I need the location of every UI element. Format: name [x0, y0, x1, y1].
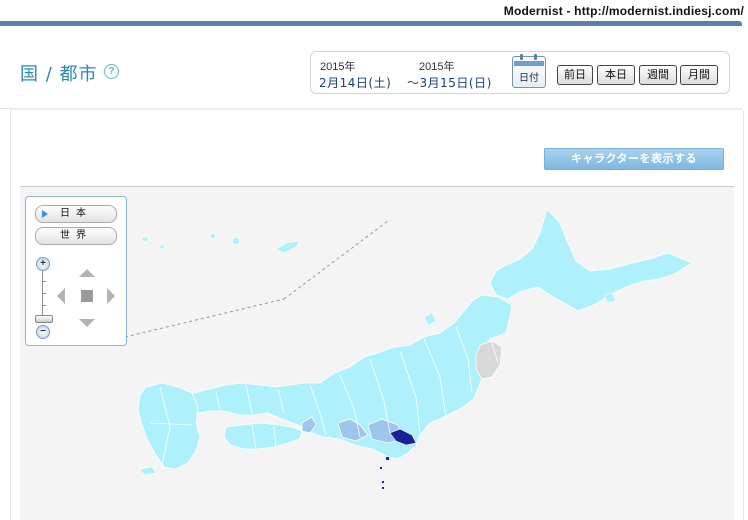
map-control-panel: 日本 世界 + − [25, 196, 127, 346]
inset-divider-line [124, 298, 285, 338]
zoom-slider-handle[interactable] [35, 315, 53, 323]
arrow-right-icon[interactable] [107, 288, 115, 304]
zoom-tick [42, 305, 46, 306]
help-icon[interactable]: ? [104, 64, 119, 79]
top-bar: Modernist - http://modernist.indiesj.com… [0, 0, 748, 22]
japan-map[interactable] [20, 187, 734, 520]
calendar-label: 日付 [519, 73, 539, 84]
square-icon[interactable] [81, 290, 93, 302]
world-region-label: 世界 [60, 230, 92, 241]
today-button[interactable]: 本日 [597, 65, 635, 85]
calendar-icon [517, 54, 541, 60]
hokkaido [489, 208, 693, 312]
japan-region-button[interactable]: 日本 [35, 205, 117, 223]
start-date: 2月14日(土) [319, 76, 392, 90]
end-year: 2015年 [419, 61, 455, 73]
calendar-button[interactable]: 日付 [512, 54, 546, 88]
kyushu [137, 382, 201, 470]
okinawa-islands [141, 232, 301, 254]
arrow-down-icon[interactable] [79, 319, 95, 327]
region-no-data [475, 340, 503, 380]
week-button[interactable]: 週間 [639, 65, 677, 85]
world-region-button[interactable]: 世界 [35, 227, 117, 245]
show-character-button[interactable]: キャラクターを表示する [544, 148, 724, 170]
site-credit: Modernist - http://modernist.indiesj.com… [503, 4, 744, 18]
sado-island [423, 312, 437, 326]
start-year: 2015年 [320, 61, 356, 73]
zoom-out-icon[interactable]: − [36, 325, 50, 339]
page-title: 国 / 都市 [20, 64, 98, 85]
arrow-up-icon[interactable] [79, 269, 95, 277]
hokkaido-tip [603, 292, 617, 304]
prev-day-button[interactable]: 前日 [557, 65, 593, 85]
shikoku [223, 422, 303, 450]
izu-islands [380, 457, 389, 489]
end-date: 〜3月15日(日) [407, 76, 492, 90]
date-range-panel: 2015年 2月14日(土) 2015年 〜3月15日(日) 日付 前日 本日 … [310, 51, 730, 94]
kyushu-islands [139, 466, 157, 476]
arrow-left-icon[interactable] [57, 288, 65, 304]
zoom-track [42, 271, 43, 319]
calendar-header-bar [514, 61, 544, 66]
play-arrow-icon [42, 210, 48, 218]
zoom-tick [42, 281, 46, 282]
month-button[interactable]: 月間 [680, 65, 718, 85]
inset-divider-line-2 [283, 220, 389, 300]
zoom-in-icon[interactable]: + [36, 257, 50, 271]
japan-region-label: 日本 [60, 208, 92, 219]
zoom-tick [42, 293, 46, 294]
japan-map-svg [124, 208, 693, 489]
